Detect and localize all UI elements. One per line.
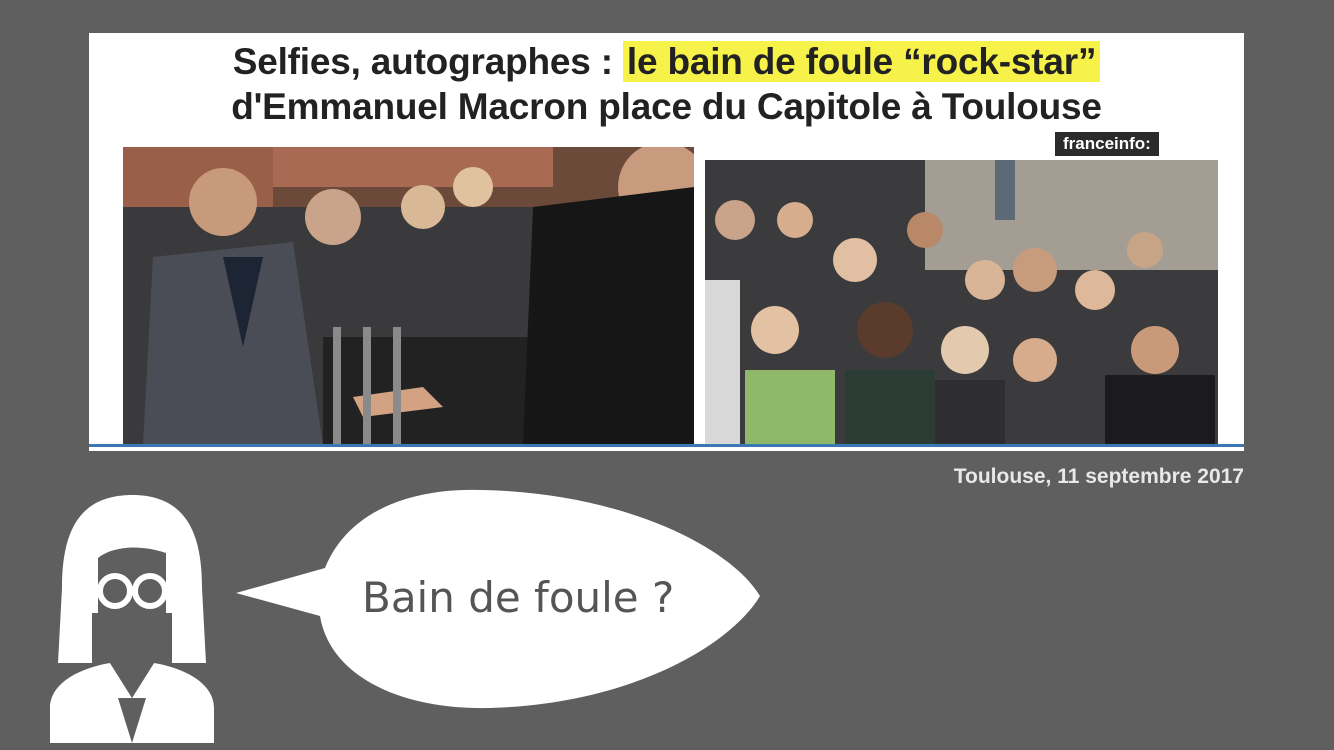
speech-bubble-text: Bain de foule ? xyxy=(362,573,675,622)
photo-cheering-crowd xyxy=(705,160,1218,445)
article-headline: Selfies, autographes : le bain de foule … xyxy=(89,39,1244,129)
headline-line-1: Selfies, autographes : le bain de foule … xyxy=(89,39,1244,84)
photo-handshake-crowd xyxy=(123,147,694,445)
crowd-photo-illustration xyxy=(705,160,1218,445)
franceinfo-logo: franceinfo: xyxy=(1055,132,1159,156)
photo-caption: Toulouse, 11 septembre 2017 xyxy=(953,465,1244,488)
woman-with-glasses-icon xyxy=(50,495,214,743)
news-article-card: Selfies, autographes : le bain de foule … xyxy=(89,33,1244,451)
headline-line-2: d'Emmanuel Macron place du Capitole à To… xyxy=(231,86,1102,127)
accent-line xyxy=(89,444,1244,447)
headline-plain-text: Selfies, autographes : xyxy=(232,41,623,82)
headline-highlighted-text: le bain de foule “rock-star” xyxy=(622,41,1101,82)
handshake-photo-illustration xyxy=(123,147,694,445)
